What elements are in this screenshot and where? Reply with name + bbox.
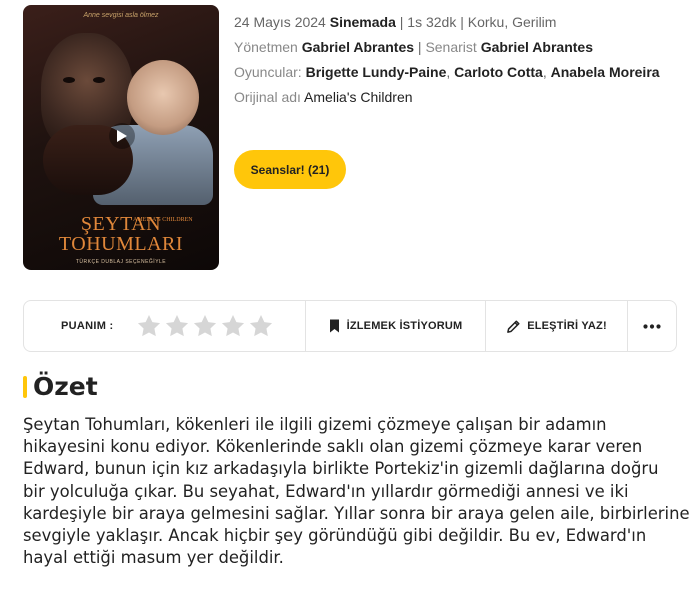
release-status: Sinemada bbox=[329, 14, 396, 30]
separator: | bbox=[417, 39, 422, 55]
summary-line: Edward, bunun için kız arkadaşıyla birli… bbox=[23, 459, 659, 479]
poster-dub-note: TÜRKÇE DUBLAJ SEÇENEĞİYLE bbox=[75, 259, 167, 265]
summary-line: hayal ettiği masum yer değildir. bbox=[23, 548, 284, 568]
original-title: Amelia's Children bbox=[304, 89, 413, 105]
cast-member[interactable]: Brigette Lundy-Paine bbox=[306, 64, 447, 80]
star-icon[interactable] bbox=[248, 313, 274, 339]
star-icon[interactable] bbox=[136, 313, 162, 339]
summary-heading: Özet bbox=[23, 372, 98, 401]
bookmark-icon bbox=[329, 319, 339, 333]
more-options-button[interactable] bbox=[628, 301, 676, 351]
cast-member[interactable]: Carloto Cotta bbox=[454, 64, 543, 80]
separator: | bbox=[460, 14, 464, 30]
duration: 1s 32dk bbox=[407, 14, 457, 30]
review-label: ELEŞTİRİ YAZ! bbox=[527, 320, 607, 332]
summary-line: hikayesini konu ediyor. Kökenlerinde sak… bbox=[23, 437, 643, 457]
cast-row: Oyuncular: Brigette Lundy-Paine, Carloto… bbox=[234, 62, 674, 83]
poster-subtitle: AMELIA'S CHILDREN bbox=[133, 217, 193, 223]
poster-tagline: Anne sevgisi asla ölmez bbox=[83, 12, 159, 19]
cast-member[interactable]: Anabela Moreira bbox=[551, 64, 660, 80]
separator: | bbox=[399, 14, 404, 30]
director-name[interactable]: Gabriel Abrantes bbox=[302, 39, 414, 55]
action-bar: PUANIM : İZLEMEK İSTİYORUM ELEŞTİRİ YAZ! bbox=[23, 300, 677, 352]
poster-baby bbox=[127, 60, 199, 135]
poster-title-line2: TOHUMLARI bbox=[58, 233, 184, 255]
comma: , bbox=[446, 64, 455, 80]
crew-row: Yönetmen Gabriel Abrantes | Senarist Gab… bbox=[234, 37, 674, 58]
rating-label: PUANIM : bbox=[61, 320, 114, 332]
release-date: 24 Mayıs 2024 bbox=[234, 14, 326, 30]
summary-text: Şeytan Tohumları, kökenleri ile ilgili g… bbox=[23, 414, 690, 569]
movie-poster[interactable]: Anne sevgisi asla ölmez ŞEYTAN AMELIA'S … bbox=[23, 5, 219, 270]
summary-line: sevgiyle yaklaşır. Ancak hiçbir şey görü… bbox=[23, 526, 647, 546]
write-review-button[interactable]: ELEŞTİRİ YAZ! bbox=[486, 301, 628, 351]
watchlist-label: İZLEMEK İSTİYORUM bbox=[346, 320, 463, 332]
rating-cell: PUANIM : bbox=[24, 301, 306, 351]
heading-accent-bar bbox=[23, 375, 27, 398]
star-rating[interactable] bbox=[136, 313, 274, 339]
movie-info: 24 Mayıs 2024 Sinemada | 1s 32dk | Korku… bbox=[234, 12, 674, 112]
original-title-row: Orijinal adı Amelia's Children bbox=[234, 87, 674, 108]
writer-label: Senarist bbox=[425, 39, 477, 55]
watchlist-button[interactable]: İZLEMEK İSTİYORUM bbox=[306, 301, 486, 351]
poster-eye bbox=[63, 77, 75, 83]
star-icon[interactable] bbox=[220, 313, 246, 339]
cast-label: Oyuncular: bbox=[234, 64, 302, 80]
poster-eye bbox=[93, 77, 105, 83]
summary-line: kardeşiyle bir araya gelmesini sağlar. Y… bbox=[23, 503, 690, 523]
more-dots-icon bbox=[643, 323, 661, 329]
summary-title: Özet bbox=[33, 372, 98, 401]
star-icon[interactable] bbox=[192, 313, 218, 339]
play-icon[interactable] bbox=[109, 123, 135, 149]
original-title-label: Orijinal adı bbox=[234, 89, 301, 105]
director-label: Yönetmen bbox=[234, 39, 298, 55]
pencil-icon bbox=[507, 320, 520, 333]
summary-line: Şeytan Tohumları, kökenleri ile ilgili g… bbox=[23, 415, 607, 434]
genres: Korku, Gerilim bbox=[467, 14, 557, 30]
release-row: 24 Mayıs 2024 Sinemada | 1s 32dk | Korku… bbox=[234, 12, 674, 33]
star-icon[interactable] bbox=[164, 313, 190, 339]
summary-line: bir yolculuğa çıkar. Bu seyahat, Edward'… bbox=[23, 481, 629, 501]
comma: , bbox=[542, 64, 551, 80]
writer-name[interactable]: Gabriel Abrantes bbox=[481, 39, 593, 55]
showtimes-button[interactable]: Seanslar! (21) bbox=[234, 150, 346, 189]
